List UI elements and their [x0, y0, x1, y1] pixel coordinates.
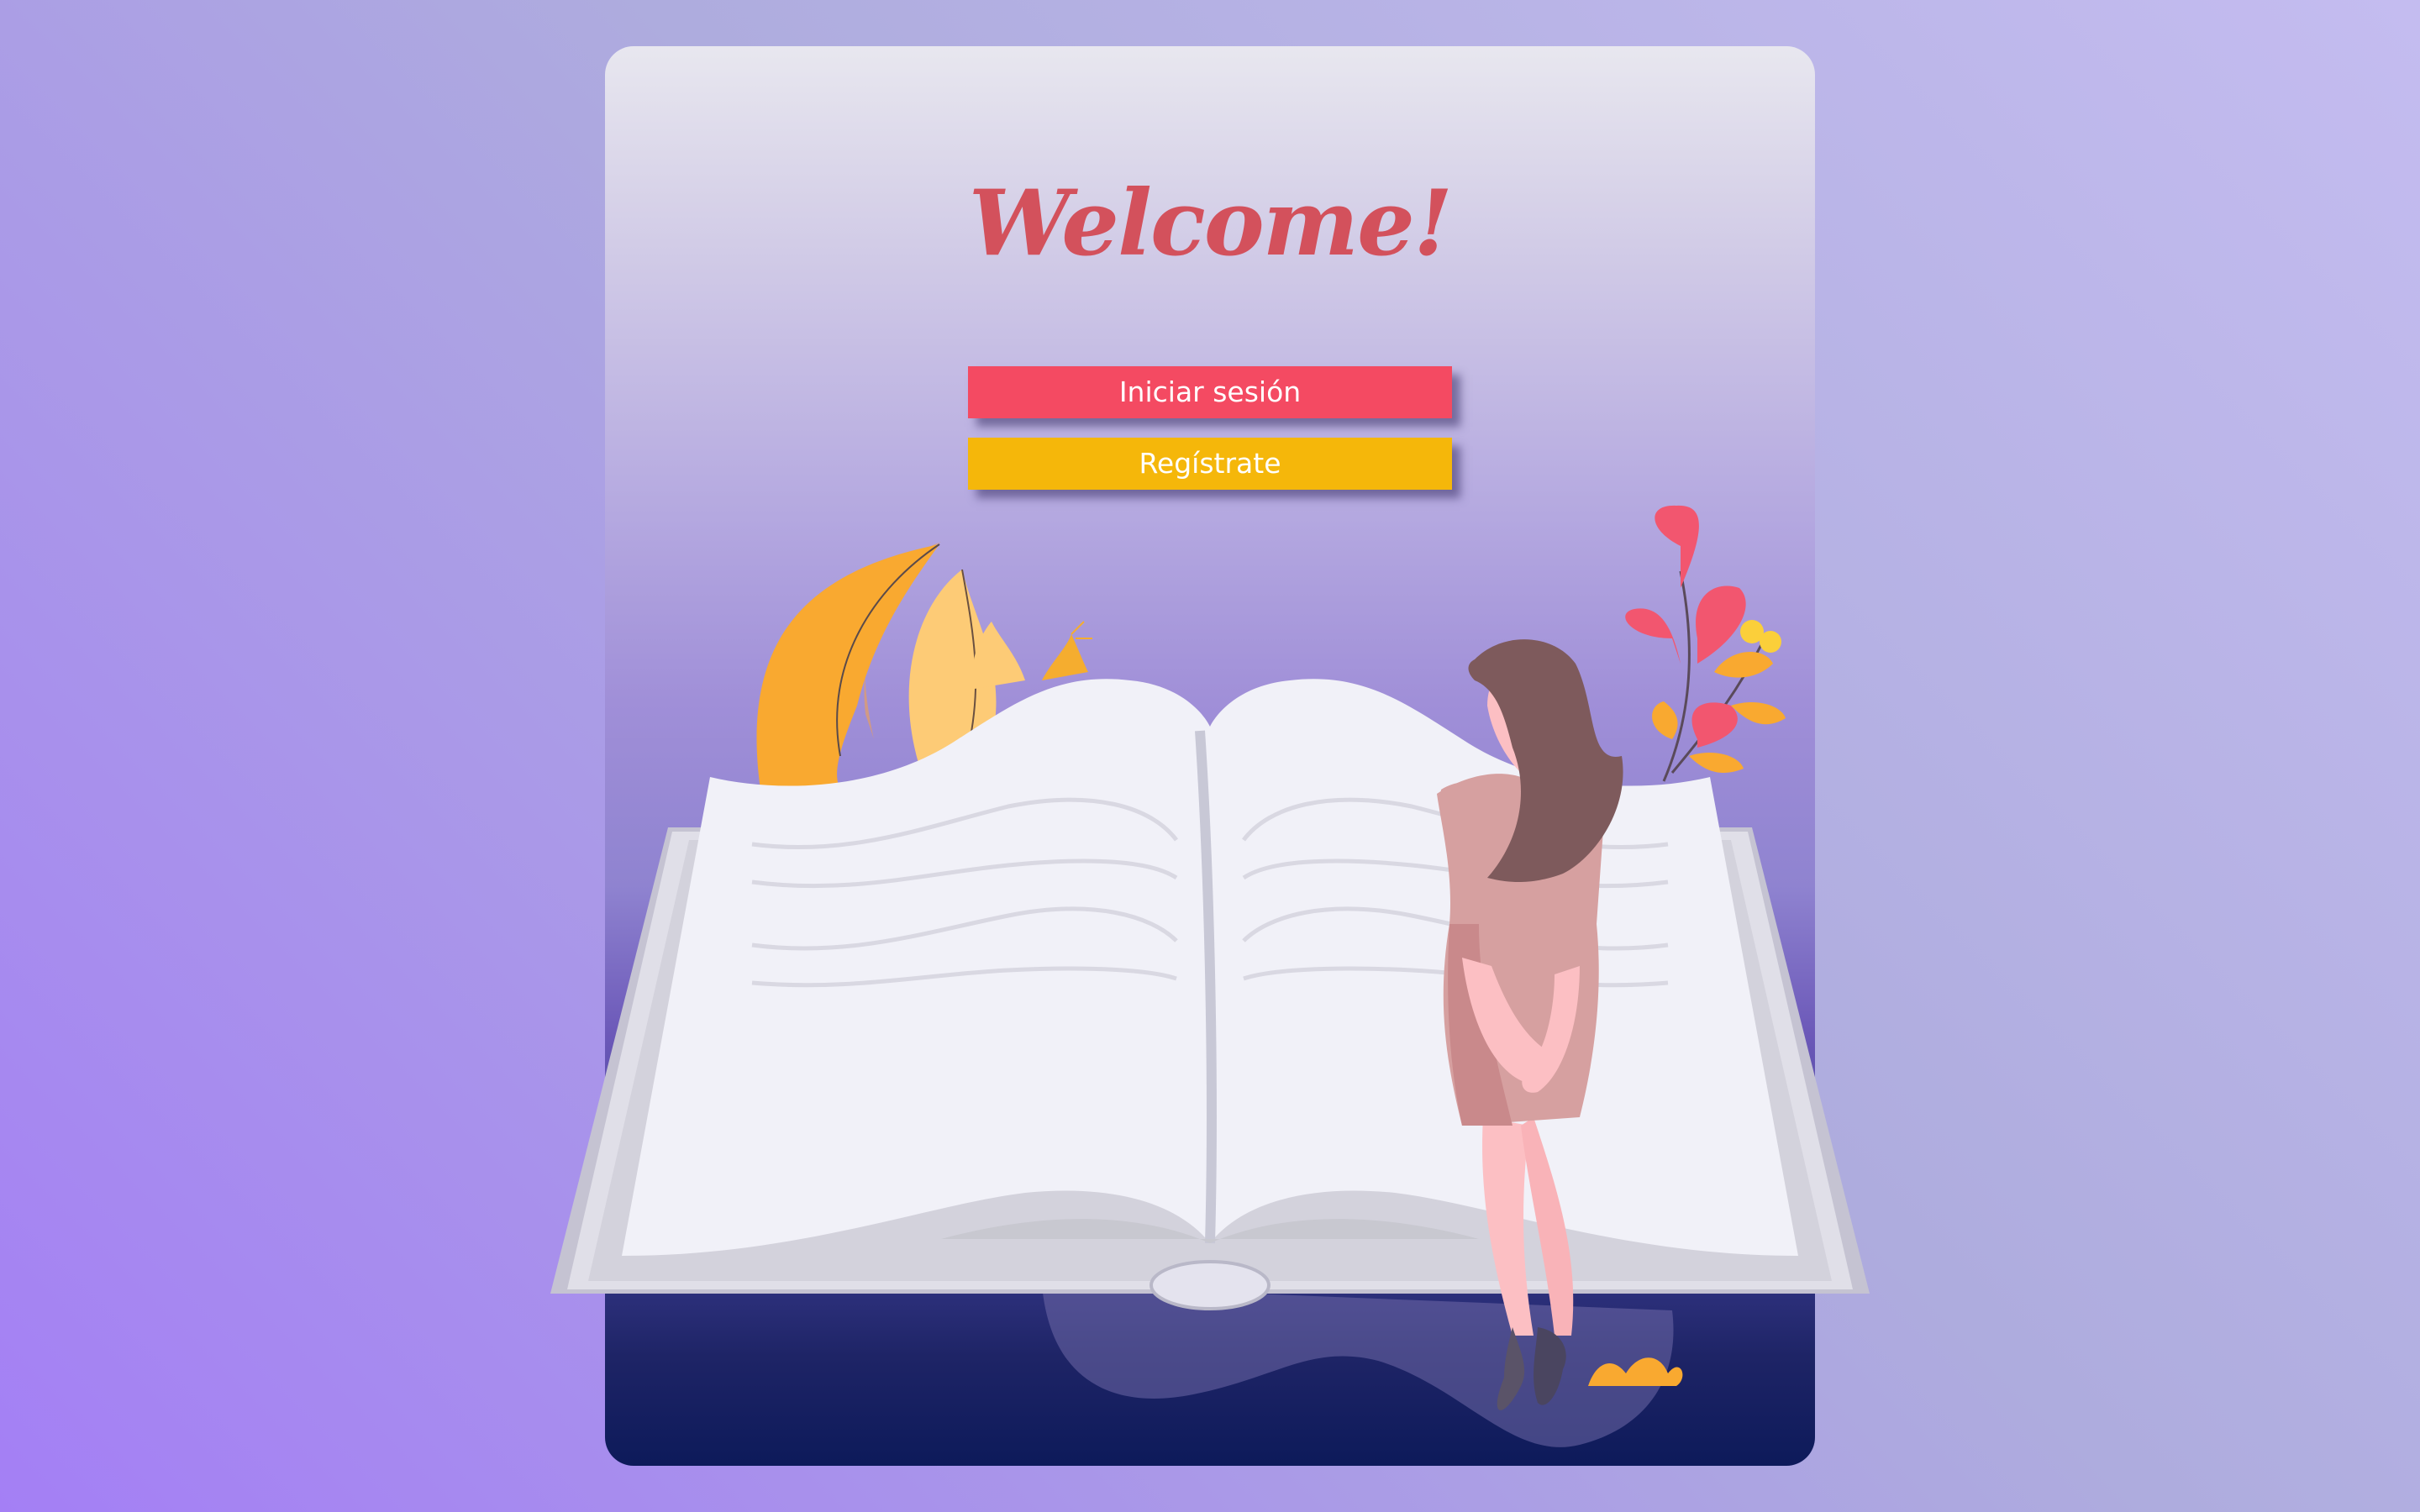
welcome-card: Welcome! Iniciar sesión Regístrate: [605, 46, 1815, 1466]
login-button[interactable]: Iniciar sesión: [968, 366, 1452, 418]
welcome-title: Welcome!: [968, 171, 1453, 276]
register-button[interactable]: Regístrate: [968, 438, 1452, 490]
